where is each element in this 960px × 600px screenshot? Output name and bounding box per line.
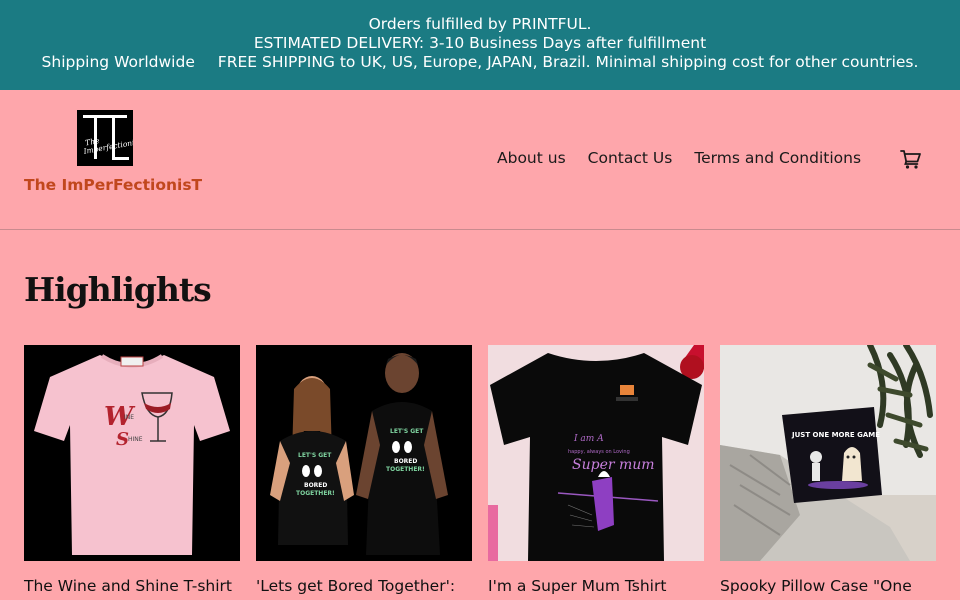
svg-text:BORED: BORED xyxy=(394,458,417,465)
svg-text:LET'S GET: LET'S GET xyxy=(298,452,332,459)
product-card[interactable]: W S INE HINE The Wine and Shine T-shirt xyxy=(24,345,240,597)
free-shipping-text: FREE SHIPPING to UK, US, Europe, JAPAN, … xyxy=(217,53,919,71)
brand-logo-image: The Imperfectionist xyxy=(77,110,143,166)
svg-text:HINE: HINE xyxy=(128,436,143,443)
nav-about-us[interactable]: About us xyxy=(497,149,566,167)
nav-contact-us[interactable]: Contact Us xyxy=(588,149,673,167)
svg-text:BORED: BORED xyxy=(304,482,327,489)
product-grid: W S INE HINE The Wine and Shine T-shirt xyxy=(24,345,936,597)
pillow-on-couch-photo: JUST ONE MORE GAME xyxy=(720,345,936,561)
product-title[interactable]: Spooky Pillow Case "One xyxy=(720,576,936,597)
announcement-bar: Orders fulfilled by PRINTFUL. ESTIMATED … xyxy=(0,0,960,90)
svg-text:TOGETHER!: TOGETHER! xyxy=(296,490,335,497)
announcement-line-3: Shipping Worldwide FREE SHIPPING to UK, … xyxy=(0,53,960,72)
svg-text:INE: INE xyxy=(124,414,134,421)
couple-tshirt-photo: LET'S GET BORED TOGETHER! LET'S GET BORE… xyxy=(256,345,472,561)
product-title[interactable]: 'Lets get Bored Together': xyxy=(256,576,472,597)
cart-button[interactable] xyxy=(899,147,923,175)
svg-text:JUST ONE MORE GAME: JUST ONE MORE GAME xyxy=(791,431,880,439)
svg-text:LET'S GET: LET'S GET xyxy=(390,428,424,435)
product-card[interactable]: LET'S GET BORED TOGETHER! LET'S GET BORE… xyxy=(256,345,472,597)
brand-name: The ImPerFectionisT xyxy=(24,176,203,194)
brand-logo-link[interactable]: The Imperfectionist The ImPerFectionisT xyxy=(24,110,203,194)
product-title[interactable]: I'm a Super Mum Tshirt xyxy=(488,576,704,597)
product-card[interactable]: JUST ONE MORE GAME Spooky Pillow Case "O… xyxy=(720,345,936,597)
svg-text:I am A: I am A xyxy=(573,434,604,444)
section-title: Highlights xyxy=(24,270,212,309)
nav-terms-and-conditions[interactable]: Terms and Conditions xyxy=(694,149,861,167)
product-image-wine-tshirt[interactable]: W S INE HINE xyxy=(24,345,240,561)
svg-text:happy, always on Loving: happy, always on Loving xyxy=(568,449,630,455)
logo-mark-icon: The Imperfectionist xyxy=(77,110,143,166)
shipping-worldwide-text: Shipping Worldwide xyxy=(41,53,195,71)
svg-text:Super mum: Super mum xyxy=(572,457,655,473)
pink-tshirt-illustration: W S INE HINE xyxy=(24,345,240,561)
black-tshirt-flatlay: I am A happy, always on Loving Super mum xyxy=(488,345,704,561)
product-image-spooky-pillow[interactable]: JUST ONE MORE GAME xyxy=(720,345,936,561)
product-title[interactable]: The Wine and Shine T-shirt xyxy=(24,576,240,597)
product-card[interactable]: I am A happy, always on Loving Super mum… xyxy=(488,345,704,597)
product-image-bored-together[interactable]: LET'S GET BORED TOGETHER! LET'S GET BORE… xyxy=(256,345,472,561)
main-nav: About us Contact Us Terms and Conditions xyxy=(497,149,861,167)
product-image-super-mum[interactable]: I am A happy, always on Loving Super mum xyxy=(488,345,704,561)
site-header: The Imperfectionist The ImPerFectionisT … xyxy=(0,90,960,230)
announcement-line-1: Orders fulfilled by PRINTFUL. xyxy=(368,15,592,33)
cart-icon xyxy=(900,150,921,169)
svg-text:TOGETHER!: TOGETHER! xyxy=(386,466,425,473)
announcement-line-2: ESTIMATED DELIVERY: 3-10 Business Days a… xyxy=(253,34,707,52)
